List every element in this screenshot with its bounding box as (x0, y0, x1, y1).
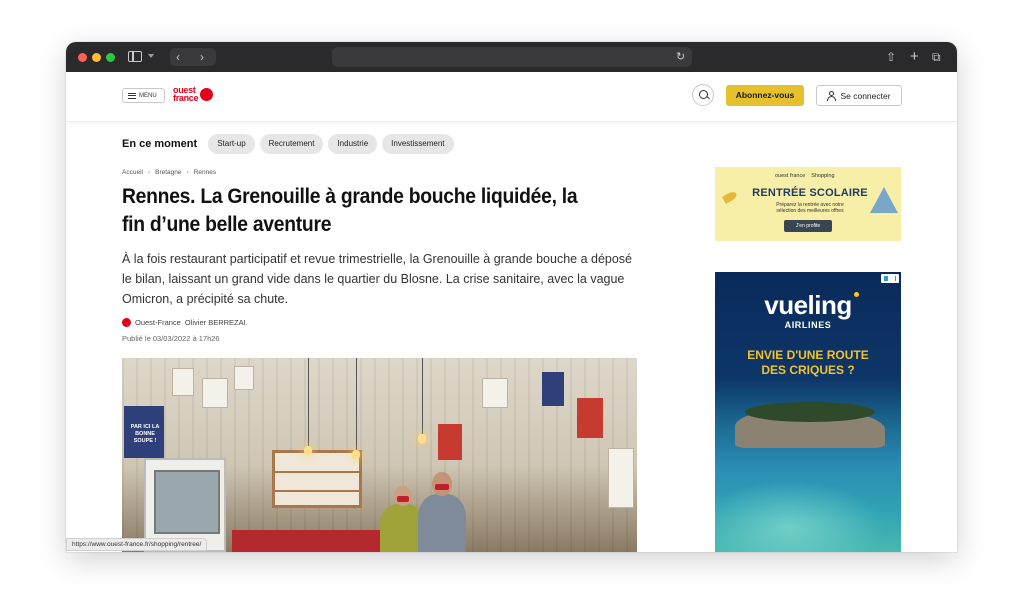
poster (234, 366, 254, 390)
trending-label: En ce moment (122, 138, 198, 150)
ad1-brand: ouest france (775, 173, 806, 179)
ad-rentree-scolaire[interactable]: ouest france Shopping RENTRÉE SCOLAIRE P… (715, 167, 901, 241)
menu-label: MENU (139, 92, 157, 99)
trending-bar: En ce moment Start-up Recrutement Indust… (122, 134, 454, 154)
search-button[interactable] (692, 84, 714, 106)
breadcrumb-bretagne[interactable]: Bretagne (155, 169, 181, 176)
ouest-france-logo[interactable]: ouest france (173, 86, 214, 103)
chip-industrie[interactable]: Industrie (328, 134, 378, 154)
chevron-right-icon: › (147, 169, 151, 176)
breadcrumb-accueil[interactable]: Accueil (122, 169, 143, 176)
article-lead: À la fois restaurant participatif et rev… (122, 252, 633, 306)
forward-arrow-icon[interactable]: › (200, 42, 204, 72)
vueling-logo: vueling (764, 290, 852, 320)
ad1-tag: Shopping (811, 173, 835, 179)
reload-icon[interactable]: ↻ (676, 42, 685, 72)
poster (542, 372, 564, 406)
lamp-cord (308, 358, 309, 446)
lamp (352, 450, 360, 460)
mask (397, 496, 409, 502)
user-icon (827, 90, 837, 101)
island-vegetation (745, 402, 875, 422)
tab-overview-icon[interactable]: ⧉ (932, 42, 941, 72)
article-source[interactable]: Ouest-France (135, 318, 181, 327)
subscribe-button[interactable]: Abonnez-vous (726, 85, 804, 106)
new-tab-icon[interactable]: + (910, 42, 919, 72)
breadcrumb-rennes[interactable]: Rennes (194, 169, 216, 176)
browser-window: ‹ › ↻ ⇧ + ⧉ MENU ouest france Abonnez-vo… (66, 42, 957, 552)
logo-mark-icon (200, 87, 214, 101)
poster (577, 398, 603, 438)
login-label: Se connecter (840, 90, 891, 101)
article-photo[interactable]: PAR ICI LA BONNE SOUPE ! (122, 358, 637, 552)
article-author[interactable]: Olivier BERREZAI. (185, 318, 248, 327)
shelf (272, 450, 362, 508)
logo-wordmark: ouest france (173, 86, 199, 103)
rocket-icon (721, 190, 739, 204)
publish-date: Publié le 03/03/2022 à 17h26 (122, 334, 220, 343)
web-page: MENU ouest france Abonnez-vous Se connec… (66, 72, 957, 552)
chip-recrutement[interactable]: Recrutement (259, 134, 324, 154)
lamp-cord (422, 358, 423, 434)
ouest-france-icon (122, 318, 131, 327)
menu-button[interactable]: MENU (122, 88, 165, 103)
article-byline: Ouest-France Olivier BERREZAI. (122, 318, 248, 327)
ad2-slogan: ENVIE D'UNE ROUTE DES CRIQUES ? (747, 348, 869, 377)
chevron-down-icon[interactable] (148, 54, 154, 58)
breadcrumb: Accueil › Bretagne › Rennes (122, 169, 216, 176)
hamburger-icon (128, 92, 136, 99)
vueling-airlines: AIRLINES (784, 320, 832, 330)
ad1-cta-button[interactable]: J'en profite (784, 220, 832, 232)
logo-line-2: france (173, 93, 199, 103)
lamp-cord (356, 358, 357, 450)
ad1-header: ouest france Shopping (775, 173, 835, 179)
share-icon[interactable]: ⇧ (886, 42, 896, 72)
chevron-right-icon: › (186, 169, 189, 176)
water-image (715, 472, 901, 552)
article-title: Rennes. La Grenouille à grande bouche li… (122, 185, 578, 236)
mask (435, 484, 449, 490)
poster (172, 368, 194, 396)
person (418, 494, 466, 552)
ad1-title: RENTRÉE SCOLAIRE (752, 187, 868, 199)
poster-text: PAR ICI LA BONNE SOUPE ! (130, 424, 160, 444)
address-bar[interactable] (332, 47, 692, 67)
browser-titlebar: ‹ › ↻ ⇧ + ⧉ (66, 42, 957, 72)
chip-startup[interactable]: Start-up (208, 134, 255, 154)
back-arrow-icon[interactable]: ‹ (176, 42, 180, 72)
minimize-window-button[interactable] (92, 53, 101, 62)
poster (438, 424, 462, 460)
status-bar-url: https://www.ouest-france.fr/shopping/ren… (66, 538, 208, 551)
poster (202, 378, 228, 408)
lamp (304, 446, 312, 456)
counter (232, 530, 402, 552)
chip-investissement[interactable]: Investissement (382, 134, 454, 154)
poster (482, 378, 508, 408)
vueling-dot-icon (854, 292, 859, 297)
close-window-button[interactable] (78, 53, 87, 62)
lamp (418, 434, 426, 444)
ad-vueling[interactable]: vueling AIRLINES ENVIE D'UNE ROUTE DES C… (715, 272, 901, 552)
site-header: MENU ouest france Abonnez-vous Se connec… (66, 72, 957, 122)
sidebar-toggle-icon[interactable] (128, 51, 142, 62)
login-button[interactable]: Se connecter (816, 85, 902, 106)
adchoices-icon[interactable] (881, 274, 899, 283)
zoom-window-button[interactable] (106, 53, 115, 62)
ad1-subtitle: Préparez la rentrée avec notre sélection… (776, 202, 844, 214)
poster (608, 448, 634, 508)
